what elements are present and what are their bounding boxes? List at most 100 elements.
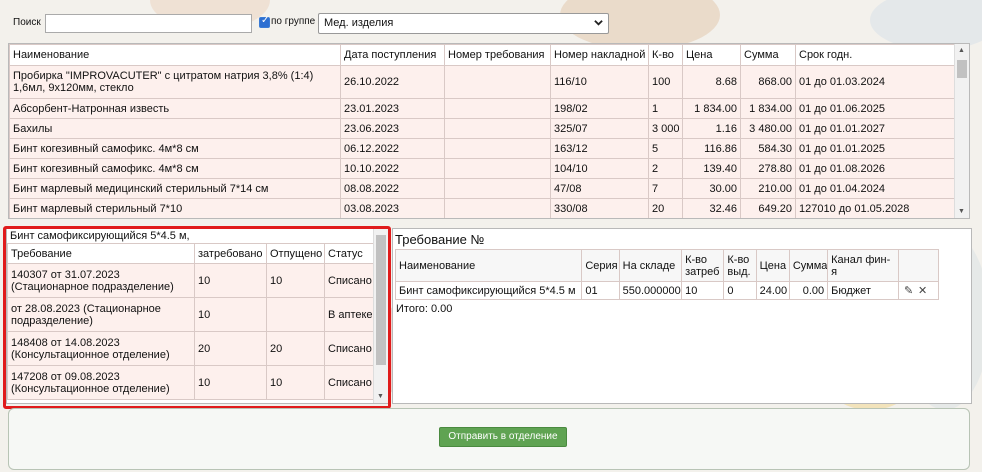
chevron-down-icon [594,20,603,26]
action-panel: Отправить в отделение [8,408,970,470]
table-row[interactable]: Бинт когезивный самофикс. 4м*8 см 10.10.… [9,158,956,179]
row-actions: ✎ ✕ [897,281,940,300]
cell-invoice: 104/10 [550,158,649,179]
cell-price: 30.00 [682,178,741,199]
cell-request [444,98,551,119]
cell-invoice: 330/08 [550,198,649,218]
cell-name: Бинт когезивный самофикс. 4м*8 см [9,158,341,179]
cell-expiry: 01 до 01.04.2024 [795,178,956,199]
cell-invoice: 116/10 [550,65,649,99]
col-quantity[interactable]: К-во [648,44,683,66]
cell-request [444,118,551,139]
table-row[interactable]: Бахилы 23.06.2023 325/07 3 000 1.16 3 48… [9,118,956,139]
col-sum[interactable]: Сумма. [788,249,829,282]
pencil-icon[interactable]: ✎ [902,284,916,297]
cell-request [444,138,551,159]
group-checkbox-label: по группе [271,16,316,27]
cell-request [444,65,551,99]
cell-request [444,178,551,199]
cell-invoice: 163/12 [550,138,649,159]
search-label: Поиск [13,17,41,28]
col-name[interactable]: Наименование [394,249,583,282]
col-price[interactable]: Цена [755,249,790,282]
cell-name: Бинт марлевый стерильный 7*10 [9,198,341,218]
col-series[interactable]: Серия [581,249,620,282]
col-name[interactable]: Наименование [9,44,341,66]
cell-qty: 20 [648,198,683,218]
items-table-header: Наименование Дата поступления Номер треб… [9,44,956,66]
demand-total: Итого: 0.00 [396,303,453,315]
cell-qty: 7 [648,178,683,199]
cell-sum: 649.20 [740,198,796,218]
cell-sum: 278.80 [740,158,796,179]
cell-sum: 1 834.00 [740,98,796,119]
demand-panel-title: Требование № [395,232,485,247]
table-row[interactable]: Бинт самофиксирующийся 5*4.5 м 01 550.00… [394,281,940,300]
col-sum[interactable]: Сумма [740,44,796,66]
cell-expiry: 01 до 01.01.2025 [795,138,956,159]
cell-qty: 3 000 [648,118,683,139]
col-expiry[interactable]: Срок годн. [795,44,956,66]
items-table-panel: Наименование Дата поступления Номер треб… [8,43,970,219]
cell-sum: 0.00 [788,281,829,300]
col-arrival-date[interactable]: Дата поступления [340,44,445,66]
col-price[interactable]: Цена [682,44,741,66]
demand-table: Наименование Серия На складе К-во затреб… [394,249,940,300]
items-scrollbar[interactable]: ▲ ▼ [954,44,969,218]
col-invoice-number[interactable]: Номер накладной [550,44,649,66]
table-row[interactable]: Пробирка "IMPROVACUTER" с цитратом натри… [9,65,956,99]
col-actions [897,249,940,282]
cell-invoice: 47/08 [550,178,649,199]
cell-name: Бинт марлевый медицинский стерильный 7*1… [9,178,341,199]
col-request-number[interactable]: Номер требования [444,44,551,66]
cell-date: 23.01.2023 [340,98,445,119]
group-checkbox[interactable] [259,15,270,28]
filter-toolbar: Поиск по группе Мед. изделия [0,0,982,40]
items-table: Наименование Дата поступления Номер треб… [9,44,956,218]
cell-in-stock: 550.000000 [618,281,683,300]
cell-price: 139.40 [682,158,741,179]
close-icon[interactable]: ✕ [916,284,930,297]
scroll-thumb[interactable] [957,60,967,78]
cell-price: 1 834.00 [682,98,741,119]
scroll-up-icon[interactable]: ▲ [958,47,965,54]
cell-price: 24.00 [755,281,790,300]
search-input[interactable] [45,14,252,33]
cell-qty: 5 [648,138,683,159]
cell-qty: 100 [648,65,683,99]
cell-sum: 868.00 [740,65,796,99]
cell-name: Бахилы [9,118,341,139]
cell-date: 10.10.2022 [340,158,445,179]
demand-panel: Требование № Наименование Серия На склад… [392,228,972,404]
cell-date: 03.08.2023 [340,198,445,218]
table-row[interactable]: Бинт марлевый медицинский стерильный 7*1… [9,178,956,199]
cell-expiry: 01 до 01.01.2027 [795,118,956,139]
category-select[interactable]: Мед. изделия [318,13,609,34]
cell-expiry: 01 до 01.03.2024 [795,65,956,99]
send-to-department-button[interactable]: Отправить в отделение [439,427,567,447]
cell-date: 26.10.2022 [340,65,445,99]
cell-expiry: 01 до 01.06.2025 [795,98,956,119]
col-funding-channel[interactable]: Канал фин-я [827,249,899,282]
cell-expiry: 01 до 01.08.2026 [795,158,956,179]
table-row[interactable]: Абсорбент-Натронная известь 23.01.2023 1… [9,98,956,119]
col-qty-requested[interactable]: К-во затреб [681,249,725,282]
cell-date: 08.08.2022 [340,178,445,199]
cell-price: 32.46 [682,198,741,218]
cell-funding-channel: Бюджет [827,281,899,300]
cell-price: 1.16 [682,118,741,139]
cell-request [444,198,551,218]
col-in-stock[interactable]: На складе [618,249,683,282]
highlight-frame [3,226,391,409]
cell-name: Бинт самофиксирующийся 5*4.5 м [394,281,583,300]
scroll-down-icon[interactable]: ▼ [958,208,965,215]
cell-sum: 584.30 [740,138,796,159]
cell-price: 8.68 [682,65,741,99]
table-row[interactable]: Бинт марлевый стерильный 7*10 03.08.2023… [9,198,956,218]
cell-qty: 1 [648,98,683,119]
cell-date: 23.06.2023 [340,118,445,139]
cell-invoice: 198/02 [550,98,649,119]
col-qty-issued[interactable]: К-во выд. [723,249,757,282]
cell-invoice: 325/07 [550,118,649,139]
table-row[interactable]: Бинт когезивный самофикс. 4м*8 см 06.12.… [9,138,956,159]
